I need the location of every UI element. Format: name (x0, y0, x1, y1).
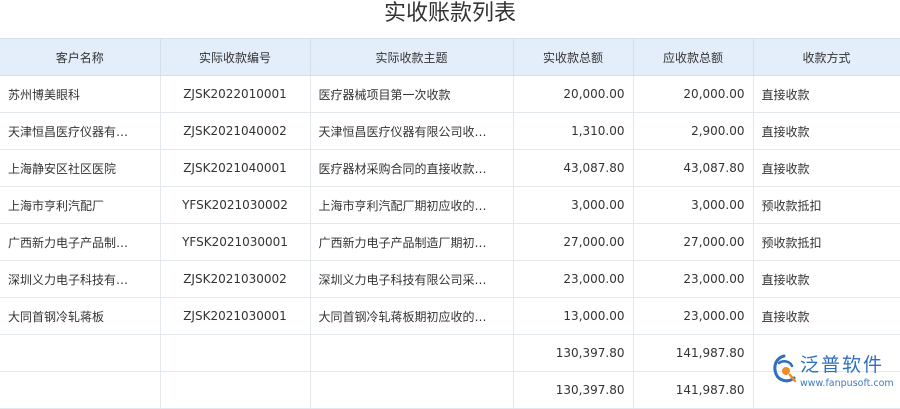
customer-link[interactable]: 苏州博美眼科 (0, 75, 161, 113)
customer-link[interactable]: 广西新力电子产品制… (0, 223, 161, 261)
table-header-row: 客户名称 实际收款编号 实际收款主题 实收款总额 应收款总额 收款方式 (0, 38, 900, 76)
payment-method: 直接收款 (753, 75, 900, 113)
total-row: 130,397.80 141,987.80 (0, 371, 900, 409)
empty-cell (160, 371, 311, 409)
fanpu-logo: 泛普软件 www.fanpusoft.com (770, 352, 898, 398)
receipt-subject-link[interactable]: 天津恒昌医疗仪器有限公司收… (310, 112, 514, 150)
column-header-code[interactable]: 实际收款编号 (160, 38, 311, 76)
receipt-code-link[interactable]: ZJSK2021030001 (160, 297, 311, 335)
column-header-subject[interactable]: 实际收款主题 (310, 38, 514, 76)
receipt-subject-link[interactable]: 医疗器材采购合同的直接收款… (310, 149, 514, 187)
receipt-subject-link[interactable]: 深圳义力电子科技有限公司采… (310, 260, 514, 298)
empty-cell (0, 371, 161, 409)
receipts-table: 客户名称 实际收款编号 实际收款主题 实收款总额 应收款总额 收款方式 苏州博美… (0, 38, 900, 409)
table-row[interactable]: 上海静安区社区医院 ZJSK2021040001 医疗器材采购合同的直接收款… … (0, 149, 900, 187)
subtotal-receivable: 141,987.80 (633, 334, 754, 372)
total-received: 130,397.80 (513, 371, 634, 409)
subtotal-received: 130,397.80 (513, 334, 634, 372)
logo-text: 泛普软件 (800, 354, 885, 376)
table-row[interactable]: 天津恒昌医疗仪器有… ZJSK2021040002 天津恒昌医疗仪器有限公司收…… (0, 112, 900, 150)
receipt-subject-link[interactable]: 大同首钢冷轧蒋板期初应收的… (310, 297, 514, 335)
receipt-code-link[interactable]: ZJSK2022010001 (160, 75, 311, 113)
receipt-code-link[interactable]: ZJSK2021040001 (160, 149, 311, 187)
table-row[interactable]: 苏州博美眼科 ZJSK2022010001 医疗器械项目第一次收款 20,000… (0, 75, 900, 113)
received-amount: 3,000.00 (513, 186, 634, 224)
empty-cell (160, 334, 311, 372)
column-header-receivable[interactable]: 应收款总额 (633, 38, 754, 76)
payment-method: 预收款抵扣 (753, 186, 900, 224)
received-amount: 43,087.80 (513, 149, 634, 187)
receivable-amount: 23,000.00 (633, 297, 754, 335)
subtotal-row: 130,397.80 141,987.80 (0, 334, 900, 372)
total-receivable: 141,987.80 (633, 371, 754, 409)
payment-method: 预收款抵扣 (753, 223, 900, 261)
receipt-code-link[interactable]: ZJSK2021030002 (160, 260, 311, 298)
fanpu-logo-icon (773, 354, 797, 383)
customer-link[interactable]: 大同首钢冷轧蒋板 (0, 297, 161, 335)
payment-method: 直接收款 (753, 149, 900, 187)
received-amount: 1,310.00 (513, 112, 634, 150)
received-amount: 13,000.00 (513, 297, 634, 335)
payment-method: 直接收款 (753, 297, 900, 335)
receipt-code-link[interactable]: YFSK2021030002 (160, 186, 311, 224)
customer-link[interactable]: 深圳义力电子科技有… (0, 260, 161, 298)
logo-url: www.fanpusoft.com (800, 378, 894, 389)
receivable-amount: 43,087.80 (633, 149, 754, 187)
column-header-method[interactable]: 收款方式 (753, 38, 900, 76)
empty-cell (0, 334, 161, 372)
column-header-customer[interactable]: 客户名称 (0, 38, 161, 76)
empty-cell (310, 334, 514, 372)
receivable-amount: 2,900.00 (633, 112, 754, 150)
customer-link[interactable]: 上海静安区社区医院 (0, 149, 161, 187)
page-title: 实收账款列表 (383, 1, 516, 26)
customer-link[interactable]: 天津恒昌医疗仪器有… (0, 112, 161, 150)
payment-method: 直接收款 (753, 260, 900, 298)
receipt-code-link[interactable]: YFSK2021030001 (160, 223, 311, 261)
empty-cell (310, 371, 514, 409)
receivable-amount: 23,000.00 (633, 260, 754, 298)
payment-method: 直接收款 (753, 112, 900, 150)
table-row[interactable]: 上海市亨利汽配厂 YFSK2021030002 上海市亨利汽配厂期初应收的… 3… (0, 186, 900, 224)
received-amount: 23,000.00 (513, 260, 634, 298)
table-row[interactable]: 大同首钢冷轧蒋板 ZJSK2021030001 大同首钢冷轧蒋板期初应收的… 1… (0, 297, 900, 335)
receipt-subject-link[interactable]: 上海市亨利汽配厂期初应收的… (310, 186, 514, 224)
table-row[interactable]: 广西新力电子产品制… YFSK2021030001 广西新力电子产品制造厂期初…… (0, 223, 900, 261)
receivable-amount: 27,000.00 (633, 223, 754, 261)
receipt-code-link[interactable]: ZJSK2021040002 (160, 112, 311, 150)
table-row[interactable]: 深圳义力电子科技有… ZJSK2021030002 深圳义力电子科技有限公司采…… (0, 260, 900, 298)
column-header-received[interactable]: 实收款总额 (513, 38, 634, 76)
customer-link[interactable]: 上海市亨利汽配厂 (0, 186, 161, 224)
receipt-subject-link[interactable]: 广西新力电子产品制造厂期初… (310, 223, 514, 261)
received-amount: 20,000.00 (513, 75, 634, 113)
received-amount: 27,000.00 (513, 223, 634, 261)
receivable-amount: 3,000.00 (633, 186, 754, 224)
receipt-subject-link[interactable]: 医疗器械项目第一次收款 (310, 75, 514, 113)
receivable-amount: 20,000.00 (633, 75, 754, 113)
